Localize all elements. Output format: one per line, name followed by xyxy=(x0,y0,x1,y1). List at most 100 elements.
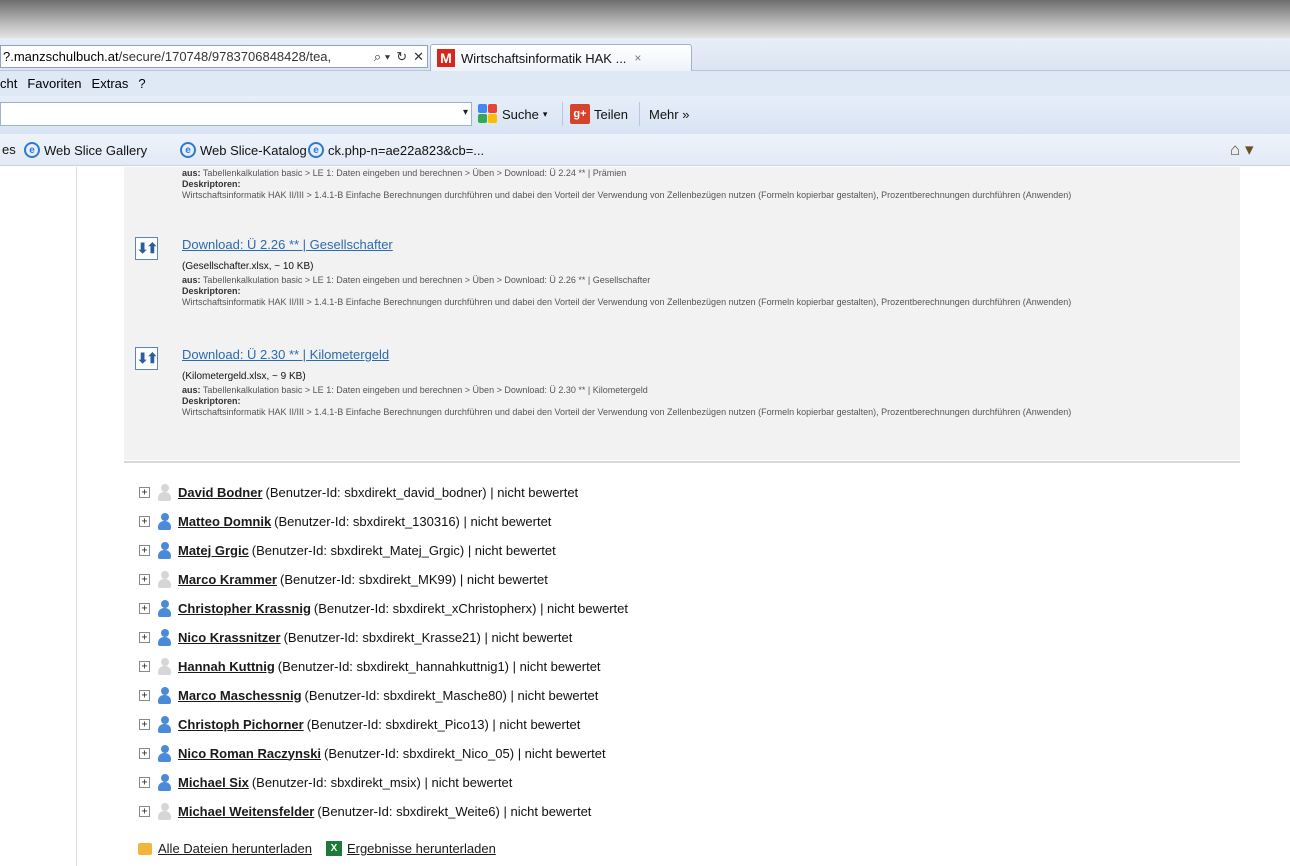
window-titlebar xyxy=(0,0,1290,38)
download-upload-icon[interactable]: ⬇⬆ xyxy=(135,347,158,370)
download-file-info: (Kilometergeld.xlsx, ~ 9 KB) xyxy=(182,371,306,382)
expand-icon[interactable]: + xyxy=(139,544,150,556)
download-file-info: (Gesellschafter.xlsx, ~ 10 KB) xyxy=(182,261,314,272)
download-upload-icon[interactable]: ⬇⬆ xyxy=(135,237,158,260)
student-row: + Marco Krammer (Benutzer-Id: sbxdirekt_MK… xyxy=(139,569,548,589)
user-avatar-icon xyxy=(158,773,171,791)
expand-icon[interactable]: + xyxy=(139,631,150,643)
tab-title: Wirtschaftsinformatik HAK ... xyxy=(461,50,627,66)
download-link[interactable]: Download: Ü 2.26 ** | Gesellschafter xyxy=(182,237,393,252)
meta-from-path: Tabellenkalkulation basic > LE 1: Daten … xyxy=(202,275,651,285)
expand-icon[interactable]: + xyxy=(139,660,150,672)
download-meta: aus: Tabellenkalkulation basic > LE 1: D… xyxy=(182,385,1262,418)
address-path: /secure/170748/9783706848428/tea, xyxy=(118,49,332,64)
student-name-link[interactable]: David Bodner xyxy=(178,485,263,500)
meta-descriptor-text: Wirtschaftsinformatik HAK II/III > 1.4.1… xyxy=(182,190,1072,200)
favorites-item-ck-php[interactable]: e ck.php-n=ae22a823&cb=... xyxy=(304,142,484,158)
meta-from-label: aus: xyxy=(182,275,201,285)
meta-from-label: aus: xyxy=(182,168,201,178)
expand-icon[interactable]: + xyxy=(139,718,150,730)
student-name-link[interactable]: Michael Six xyxy=(178,775,249,790)
search-dropdown-icon[interactable]: ▾ xyxy=(463,107,468,118)
student-name-link[interactable]: Hannah Kuttnig xyxy=(178,659,275,674)
meta-from-path: Tabellenkalkulation basic > LE 1: Daten … xyxy=(202,385,648,395)
page-content: aus: Tabellenkalkulation basic > LE 1: D… xyxy=(0,167,1290,866)
search-button-label: Suche xyxy=(502,106,539,122)
student-name-link[interactable]: Matej Grgic xyxy=(178,543,249,558)
share-button[interactable]: g+ Teilen xyxy=(570,104,628,124)
student-name-link[interactable]: Matteo Domnik xyxy=(178,514,271,529)
browser-tab-active[interactable]: M Wirtschaftsinformatik HAK ... × xyxy=(430,44,692,71)
menu-item-extras[interactable]: Extras xyxy=(92,76,129,91)
address-domain: ?.manzschulbuch.at xyxy=(3,49,119,64)
menu-item-help[interactable]: ? xyxy=(138,76,145,91)
google-icon xyxy=(478,104,498,124)
expand-icon[interactable]: + xyxy=(139,776,150,788)
download-link[interactable]: Download: Ü 2.30 ** | Kilometergeld xyxy=(182,347,389,362)
refresh-icon[interactable]: ↻ xyxy=(393,49,410,65)
student-detail: (Benutzer-Id: sbxdirekt_msix) | nicht be… xyxy=(251,774,513,790)
expand-icon[interactable]: + xyxy=(139,573,150,585)
student-name-link[interactable]: Marco Maschessnig xyxy=(178,688,302,703)
meta-from-path: Tabellenkalkulation basic > LE 1: Daten … xyxy=(202,168,627,178)
favorites-item-web-slice-gallery[interactable]: e Web Slice Gallery xyxy=(20,142,147,158)
student-row: + Michael Weitensfelder (Benutzer-Id: sbxd… xyxy=(139,801,591,821)
student-name-link[interactable]: Nico Krassnitzer xyxy=(178,630,281,645)
student-detail: (Benutzer-Id: sbxdirekt_xChristopherx) |… xyxy=(313,600,628,616)
address-search-icon[interactable]: ⌕ ▾ xyxy=(371,49,393,65)
menu-item-favorites[interactable]: Favoriten xyxy=(27,76,81,91)
student-detail: (Benutzer-Id: sbxdirekt_hannahkuttnig1) … xyxy=(277,658,601,674)
menu-item-view[interactable]: cht xyxy=(0,76,17,91)
student-detail: (Benutzer-Id: sbxdirekt_Pico13) | nicht … xyxy=(306,716,581,732)
student-row: + Nico Krassnitzer (Benutzer-Id: sbxdirekt… xyxy=(139,627,572,647)
ie-icon: e xyxy=(308,142,324,158)
footer-links: Alle Dateien herunterladen X Ergebnisse … xyxy=(138,841,496,856)
student-detail: (Benutzer-Id: sbxdirekt_Matej_Grgic) | n… xyxy=(251,542,556,558)
address-bar[interactable]: ?.manzschulbuch.at/secure/170748/9783706… xyxy=(0,45,428,68)
student-row: + Matteo Domnik (Benutzer-Id: sbxdirekt_13… xyxy=(139,511,551,531)
favorites-item-truncated-label: es xyxy=(2,142,16,157)
more-button[interactable]: Mehr » xyxy=(649,104,689,124)
student-name-link[interactable]: Christoph Pichorner xyxy=(178,717,304,732)
student-name-link[interactable]: Michael Weitensfelder xyxy=(178,804,314,819)
address-url[interactable]: ?.manzschulbuch.at/secure/170748/9783706… xyxy=(1,49,371,64)
download-meta: aus: Tabellenkalkulation basic > LE 1: D… xyxy=(182,275,1262,308)
expand-icon[interactable]: + xyxy=(139,602,150,614)
user-avatar-icon xyxy=(158,599,171,617)
section-divider xyxy=(124,461,1240,463)
ie-icon: e xyxy=(180,142,196,158)
home-icon[interactable]: ⌂ ▾ xyxy=(1230,140,1254,160)
expand-icon[interactable]: + xyxy=(139,689,150,701)
student-row: + Marco Maschessnig (Benutzer-Id: sbxdirek… xyxy=(139,685,598,705)
user-avatar-icon xyxy=(158,512,171,530)
favorites-item-web-slice-katalog[interactable]: e Web Slice-Katalog xyxy=(176,142,307,158)
search-options-icon[interactable]: ▾ xyxy=(543,109,548,120)
student-name-link[interactable]: Christopher Krassnig xyxy=(178,601,311,616)
expand-icon[interactable]: + xyxy=(139,747,150,759)
student-name-link[interactable]: Marco Krammer xyxy=(178,572,277,587)
left-column-rule xyxy=(76,167,77,866)
toolbar-search-input[interactable]: ▾ xyxy=(0,102,472,126)
meta-descriptor-label: Deskriptoren: xyxy=(182,286,241,296)
google-plus-icon: g+ xyxy=(570,104,590,124)
user-avatar-icon xyxy=(158,483,171,501)
student-row: + Christoph Pichorner (Benutzer-Id: sbxdir… xyxy=(139,714,580,734)
user-avatar-icon xyxy=(158,715,171,733)
student-row: + Hannah Kuttnig (Benutzer-Id: sbxdirekt_h… xyxy=(139,656,601,676)
student-detail: (Benutzer-Id: sbxdirekt_130316) | nicht … xyxy=(274,513,552,529)
search-button[interactable]: Suche ▾ xyxy=(478,104,547,124)
tab-close-icon[interactable]: × xyxy=(634,51,641,65)
stop-icon[interactable]: ✕ xyxy=(410,49,427,65)
download-all-files-link[interactable]: Alle Dateien herunterladen xyxy=(158,841,312,856)
user-avatar-icon xyxy=(158,744,171,762)
student-detail: (Benutzer-Id: sbxdirekt_MK99) | nicht be… xyxy=(280,571,548,587)
student-name-link[interactable]: Nico Roman Raczynski xyxy=(178,746,321,761)
favorites-item-label: Web Slice-Katalog xyxy=(200,142,307,158)
student-detail: (Benutzer-Id: sbxdirekt_Masche80) | nich… xyxy=(304,687,599,703)
user-avatar-icon xyxy=(158,686,171,704)
expand-icon[interactable]: + xyxy=(139,515,150,527)
download-results-link[interactable]: Ergebnisse herunterladen xyxy=(347,841,496,856)
expand-icon[interactable]: + xyxy=(139,486,150,498)
favorites-item-truncated[interactable]: es xyxy=(2,142,16,157)
expand-icon[interactable]: + xyxy=(139,805,150,817)
